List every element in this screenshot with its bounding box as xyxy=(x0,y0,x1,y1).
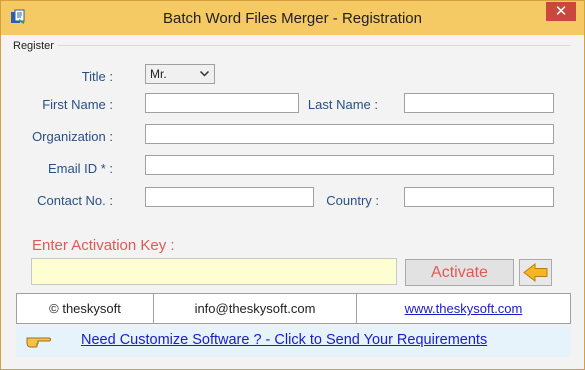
website-link[interactable]: www.theskysoft.com xyxy=(357,294,570,323)
copyright-text: © theskysoft xyxy=(49,301,121,316)
email-label: Email ID * : xyxy=(47,161,113,176)
organization-input[interactable] xyxy=(145,124,554,144)
close-button[interactable]: ✕ xyxy=(546,2,576,21)
contact-email: info@theskysoft.com xyxy=(194,301,316,316)
close-icon: ✕ xyxy=(554,3,568,20)
title-select[interactable]: Mr. xyxy=(145,64,215,84)
pointing-hand-icon xyxy=(25,329,53,351)
register-legend: Register xyxy=(10,40,57,52)
window-title: Batch Word Files Merger - Registration xyxy=(163,10,422,27)
activate-button[interactable]: Activate xyxy=(405,259,514,286)
registration-window: Batch Word Files Merger - Registration ✕… xyxy=(0,0,585,370)
footer-bar: © theskysoft info@theskysoft.com www.the… xyxy=(16,293,571,324)
contact-input[interactable] xyxy=(145,187,314,207)
chevron-down-icon xyxy=(199,68,210,79)
country-input[interactable] xyxy=(404,187,554,207)
organization-label: Organization : xyxy=(32,129,113,144)
first-name-label: First Name : xyxy=(42,97,113,112)
customize-software-link[interactable]: Need Customize Software ? - Click to Sen… xyxy=(81,332,487,348)
title-bar[interactable]: Batch Word Files Merger - Registration ✕ xyxy=(1,1,584,35)
country-label: Country : xyxy=(326,193,379,208)
back-arrow-button[interactable] xyxy=(519,259,552,286)
first-name-input[interactable] xyxy=(145,93,299,113)
title-select-value: Mr. xyxy=(150,67,167,81)
last-name-label: Last Name : xyxy=(307,97,378,112)
contact-label: Contact No. : xyxy=(37,193,113,208)
left-arrow-icon xyxy=(520,262,551,288)
email-input[interactable] xyxy=(145,155,554,175)
title-label: Title : xyxy=(81,69,113,84)
last-name-input[interactable] xyxy=(404,93,554,113)
activation-key-label: Enter Activation Key : xyxy=(32,237,175,254)
activation-key-input[interactable] xyxy=(31,258,397,285)
